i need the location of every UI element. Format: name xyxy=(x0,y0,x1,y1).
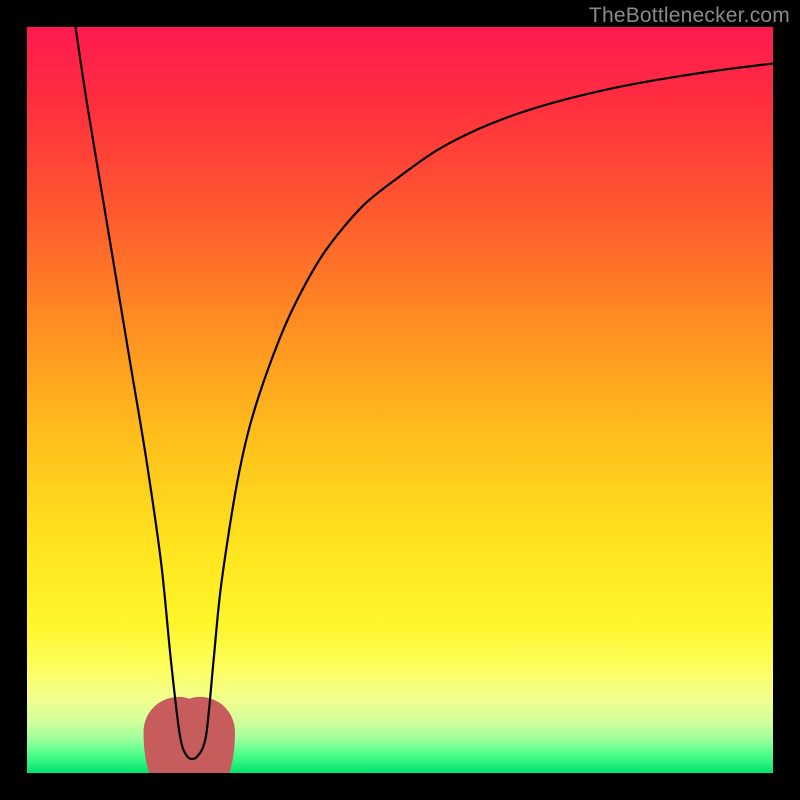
plot-area xyxy=(27,27,773,773)
chart-container: TheBottlenecker.com xyxy=(0,0,800,800)
watermark-text: TheBottlenecker.com xyxy=(589,4,790,28)
min-point-marker xyxy=(178,732,200,770)
curve-layer xyxy=(27,27,773,773)
bottleneck-curve xyxy=(75,27,773,759)
